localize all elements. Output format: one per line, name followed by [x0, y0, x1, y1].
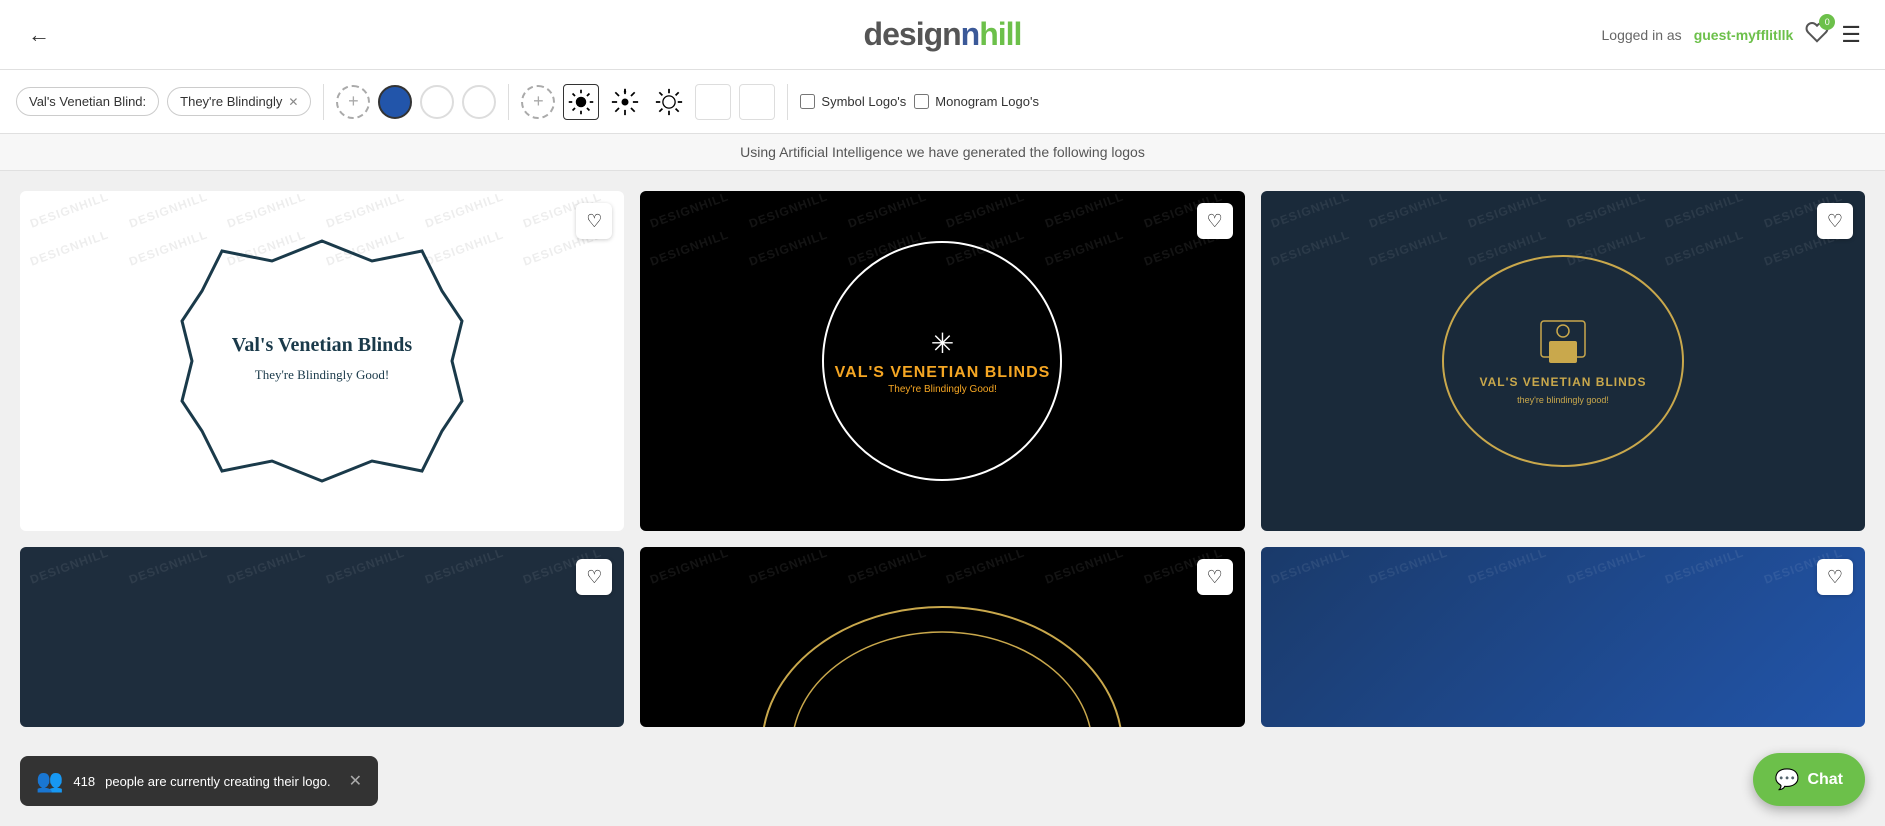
tag-val-label: Val's Venetian Blind: — [29, 94, 146, 109]
monogram-logos-label[interactable]: Monogram Logo's — [914, 94, 1039, 109]
favorite-logo-5[interactable]: ♡ — [1197, 559, 1233, 595]
notification-bar: 👥 418 people are currently creating thei… — [20, 756, 378, 806]
symbol-logos-checkbox[interactable] — [800, 94, 815, 109]
logo-card-4[interactable]: ♡ DESIGNHILLDESIGNHILLDESIGNHILL DESIGNH… — [20, 547, 624, 727]
tag-theyre-blindingly[interactable]: They're Blindingly ✕ — [167, 87, 311, 116]
color-empty-2[interactable] — [462, 85, 496, 119]
logged-in-prefix: Logged in as — [1602, 27, 1682, 43]
logo-card-2[interactable]: ♡ DESIGNHILLDESIGNHILLDESIGNHILL DESIGNH… — [640, 191, 1244, 531]
color-empty-1[interactable] — [420, 85, 454, 119]
notification-icon: 👥 — [36, 768, 63, 794]
chat-button[interactable]: 💬 Chat — [1753, 753, 1865, 806]
logo-card-3[interactable]: ♡ DESIGNHILLDESIGNHILLDESIGNHILL DESIGNH… — [1261, 191, 1865, 531]
badge-svg: Val's Venetian Blinds They're Blindingly… — [162, 221, 482, 501]
symbol-logos-text: Symbol Logo's — [821, 94, 906, 109]
svg-text:VAL'S VENETIAN BLINDS: VAL'S VENETIAN BLINDS — [1479, 375, 1646, 389]
favorites-button[interactable]: 0 — [1805, 20, 1829, 49]
favorite-logo-6[interactable]: ♡ — [1817, 559, 1853, 595]
monogram-logos-text: Monogram Logo's — [935, 94, 1039, 109]
watermark-4: DESIGNHILLDESIGNHILLDESIGNHILL DESIGNHIL… — [20, 547, 624, 727]
favorite-logo-3[interactable]: ♡ — [1817, 203, 1853, 239]
tag-theyre-close-icon[interactable]: ✕ — [288, 95, 298, 109]
sun-symbol: ✳ — [931, 327, 954, 360]
logo2-title: VAL'S VENETIAN BLINDS — [835, 364, 1051, 382]
sun-icon-solid[interactable] — [563, 84, 599, 120]
menu-button[interactable]: ☰ — [1841, 22, 1861, 48]
add-color-button[interactable]: + — [336, 85, 370, 119]
favorites-count: 0 — [1819, 14, 1835, 30]
logo-card-1[interactable]: ♡ DESIGNHILLDESIGNHILLDESIGNHILL DESIGNH… — [20, 191, 624, 531]
add-shape-button[interactable]: + — [521, 85, 555, 119]
username[interactable]: guest-myfflitllk — [1694, 27, 1794, 43]
watermark-6: DESIGNHILLDESIGNHILLDESIGNHILL DESIGNHIL… — [1261, 547, 1865, 727]
back-button[interactable]: ← — [24, 18, 54, 52]
svg-text:Val's Venetian Blinds: Val's Venetian Blinds — [232, 334, 413, 356]
symbol-logos-label[interactable]: Symbol Logo's — [800, 94, 906, 109]
favorite-logo-2[interactable]: ♡ — [1197, 203, 1233, 239]
tag-val-venetian: Val's Venetian Blind: — [16, 87, 159, 116]
logo-grid: ♡ DESIGNHILLDESIGNHILLDESIGNHILL DESIGNH… — [0, 171, 1885, 747]
favorite-logo-4[interactable]: ♡ — [576, 559, 612, 595]
divider-1 — [323, 84, 324, 120]
logo-design: design — [864, 16, 961, 52]
toolbar: Val's Venetian Blind: They're Blindingly… — [0, 70, 1885, 134]
shape-empty-2[interactable] — [739, 84, 775, 120]
sun-icon-sparkle[interactable] — [607, 84, 643, 120]
monogram-logos-checkbox[interactable] — [914, 94, 929, 109]
chat-label: Chat — [1807, 771, 1843, 789]
notification-close-icon[interactable]: ✕ — [349, 771, 362, 791]
logo3-inner: VAL'S VENETIAN BLINDS they're blindingly… — [1261, 191, 1865, 531]
header: ← designnhill Logged in as guest-myfflit… — [0, 0, 1885, 70]
logo2-subtitle: They're Blindingly Good! — [888, 384, 997, 395]
svg-text:They're Blindingly Good!: They're Blindingly Good! — [255, 367, 390, 382]
partial-svg — [640, 547, 1244, 727]
logo-card-5[interactable]: ♡ DESIGNHILLDESIGNHILLDESIGNHILL DESIGNH… — [640, 547, 1244, 727]
divider-3 — [787, 84, 788, 120]
divider-2 — [508, 84, 509, 120]
color-blue[interactable] — [378, 85, 412, 119]
notification-count: 418 — [73, 774, 95, 789]
sun-icon-circle[interactable] — [651, 84, 687, 120]
circle-logo: ✳ VAL'S VENETIAN BLINDS They're Blinding… — [822, 241, 1062, 481]
shape-empty-1[interactable] — [695, 84, 731, 120]
chat-icon: 💬 — [1775, 767, 1800, 792]
ai-banner: Using Artificial Intelligence we have ge… — [0, 134, 1885, 171]
cloud-svg: VAL'S VENETIAN BLINDS they're blindingly… — [1413, 231, 1713, 491]
logo-hill: hill — [979, 16, 1021, 52]
svg-text:they're blindingly good!: they're blindingly good! — [1517, 395, 1609, 405]
header-right: Logged in as guest-myfflitllk 0 ☰ — [1602, 20, 1862, 49]
tag-theyre-label: They're Blindingly — [180, 94, 282, 109]
logo-n: n — [961, 16, 980, 52]
ai-banner-text: Using Artificial Intelligence we have ge… — [740, 144, 1145, 160]
logo2-inner: ✳ VAL'S VENETIAN BLINDS They're Blinding… — [640, 191, 1244, 531]
logo: designnhill — [864, 16, 1022, 53]
favorite-logo-1[interactable]: ♡ — [576, 203, 612, 239]
notification-text: people are currently creating their logo… — [105, 774, 330, 789]
logo-card-6[interactable]: ♡ DESIGNHILLDESIGNHILLDESIGNHILL DESIGNH… — [1261, 547, 1865, 727]
